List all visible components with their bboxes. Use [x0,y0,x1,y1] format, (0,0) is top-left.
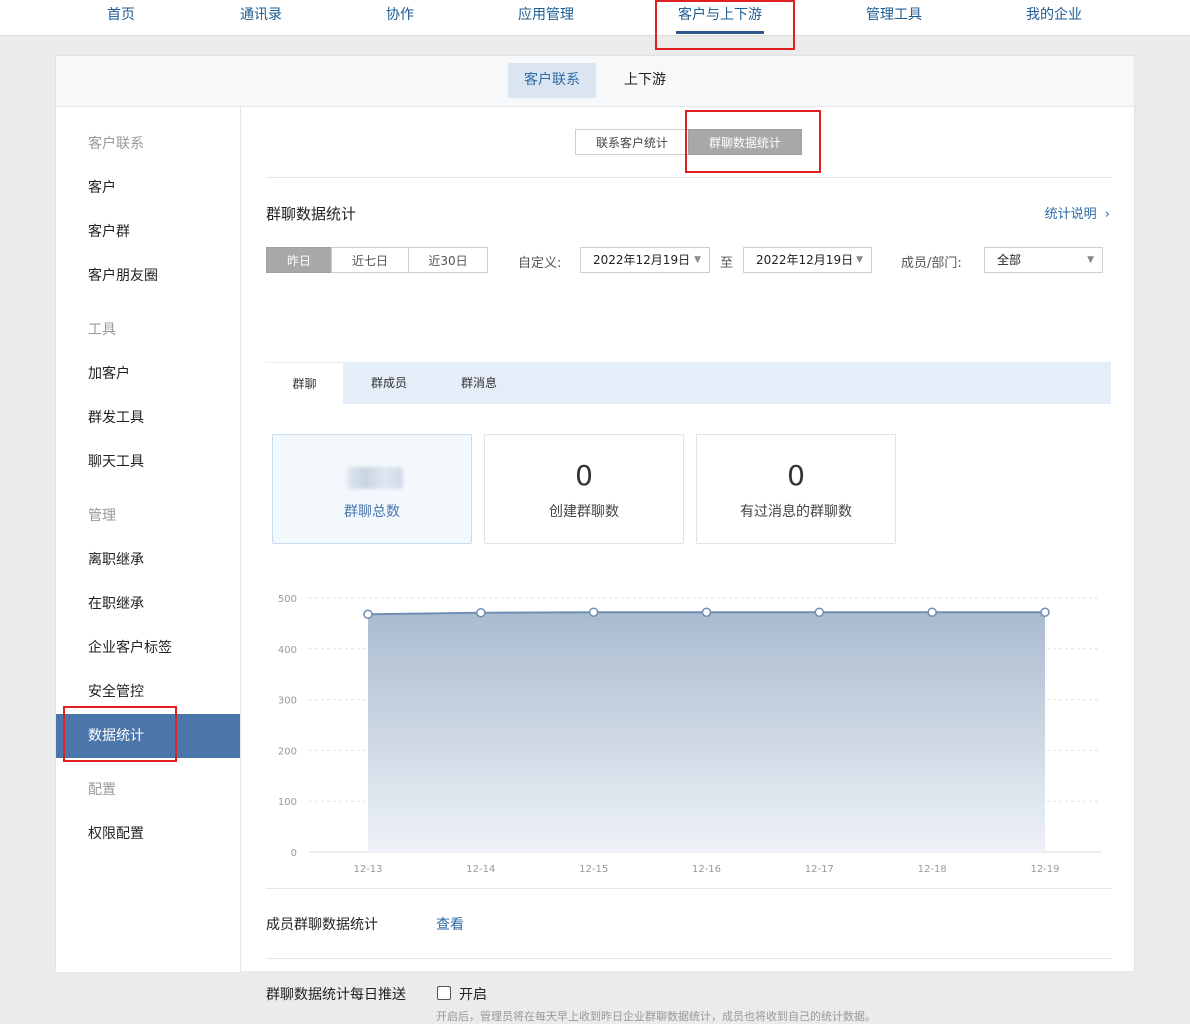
member-stats-label: 成员群聊数据统计 [266,917,378,933]
nav-contacts[interactable]: 通讯录 [240,0,282,35]
sidebar-group-config: 配置 [88,782,116,798]
data-point [701,607,712,617]
sidebar-item-customers[interactable]: 客户 [56,166,240,210]
group-count-chart: 0 100 200 300 400 500 12-13 12-14 12-15 12-16 12-1… [259,582,1119,882]
segment-group-stats[interactable]: 群聊数据统计 [688,129,802,155]
end-date-value: 2022年12月19日 [756,253,854,267]
tab-group-members[interactable]: 群成员 [356,362,422,404]
y-tick-label: 100 [278,797,297,808]
x-tick-label: 12-15 [579,864,608,875]
x-tick-label: 12-19 [1030,864,1059,875]
x-tick-label: 12-18 [918,864,947,875]
y-tick-label: 300 [278,696,297,707]
data-point [476,607,486,618]
stat-card-active-groups[interactable]: 0 有过消息的群聊数 [696,434,896,544]
divider [266,958,1111,959]
range-7-days[interactable]: 近七日 [331,247,409,273]
sidebar-group-customer-contact: 客户联系 [88,136,144,152]
stats-explanation-link[interactable]: 统计说明 › [1045,203,1110,222]
x-tick-label: 12-17 [805,864,834,875]
blurred-value [347,467,403,489]
subtab-upstream-downstream[interactable]: 上下游 [608,63,682,98]
nav-customers-upstream[interactable]: 客户与上下游 [678,0,762,35]
y-tick-label: 500 [278,594,297,605]
nav-admin-tools[interactable]: 管理工具 [866,0,922,35]
caret-down-icon: ▼ [856,255,863,265]
push-note: 开启后，管理员将在每天早上收到昨日企业群聊数据统计，成员也将收到自己的统计数据。 [436,1010,876,1023]
data-point [814,607,825,617]
y-tick-label: 400 [278,645,297,656]
stat-value: 0 [575,459,593,492]
content-card: 客户联系 上下游 客户联系 客户 客户群 客户朋友圈 工具 加客户 群发工具 聊… [55,55,1135,1023]
stat-card-total-groups[interactable]: 群聊总数 [272,434,472,544]
tab-groups[interactable]: 群聊 [266,362,343,405]
x-tick-label: 12-13 [353,864,382,875]
stat-value: 0 [787,459,805,492]
sidebar-item-customer-groups[interactable]: 客户群 [56,210,240,254]
caret-down-icon: ▼ [694,255,701,265]
y-tick-label: 0 [291,848,297,859]
stat-label: 创建群聊数 [549,504,619,520]
divider [266,177,1111,178]
sidebar-item-onjob-inherit[interactable]: 在职继承 [56,582,240,626]
data-point [1040,607,1050,617]
nav-my-company[interactable]: 我的企业 [1026,0,1082,35]
end-date-select[interactable]: 2022年12月19日 ▼ [743,247,872,273]
nav-home[interactable]: 首页 [107,0,135,35]
member-dept-select[interactable]: 全部 ▼ [984,247,1103,273]
top-navigation: 首页 通讯录 协作 应用管理 客户与上下游 管理工具 我的企业 [0,0,1190,36]
data-point [588,607,599,617]
data-point [927,607,937,617]
sidebar-item-moments[interactable]: 客户朋友圈 [56,254,240,298]
sidebar-item-resigned-inherit[interactable]: 离职继承 [56,538,240,582]
sidebar: 客户联系 客户 客户群 客户朋友圈 工具 加客户 群发工具 聊天工具 管理 离职… [56,107,241,972]
chevron-right-icon: › [1104,207,1110,222]
enable-label: 开启 [459,987,487,1003]
view-link[interactable]: 查看 [436,914,464,934]
stat-card-created-groups[interactable]: 0 创建群聊数 [484,434,684,544]
subtab-customer-contact[interactable]: 客户联系 [508,63,596,98]
enable-checkbox[interactable] [437,986,451,1000]
range-30-days[interactable]: 近30日 [408,247,488,273]
main-content: 联系客户统计 群聊数据统计 群聊数据统计 统计说明 › 昨日 近七日 近30日 … [241,107,1134,1023]
daily-push-label: 群聊数据统计每日推送 [266,987,406,1003]
nav-app-management[interactable]: 应用管理 [518,0,574,35]
sidebar-item-add-customer[interactable]: 加客户 [56,352,240,396]
start-date-select[interactable]: 2022年12月19日 ▼ [580,247,710,273]
to-label: 至 [720,256,734,271]
stat-label: 有过消息的群聊数 [740,504,852,520]
sidebar-item-customer-tags[interactable]: 企业客户标签 [56,626,240,670]
sidebar-item-mass-send[interactable]: 群发工具 [56,396,240,440]
caret-down-icon: ▼ [1087,255,1094,265]
explain-label: 统计说明 [1044,207,1097,222]
sidebar-group-management: 管理 [88,508,116,524]
area-fill [368,612,1045,852]
section-title: 群聊数据统计 [266,205,357,223]
member-dept-value: 全部 [997,253,1022,267]
sidebar-item-chat-tools[interactable]: 聊天工具 [56,440,240,484]
divider [266,888,1111,889]
sub-navigation: 客户联系 上下游 [56,56,1134,107]
x-tick-label: 12-14 [466,864,495,875]
segment-contact-stats[interactable]: 联系客户统计 [575,129,689,155]
area-chart-svg: 0 100 200 300 400 500 12-13 12-14 12-15 12-16 12-1… [278,594,1101,875]
range-yesterday[interactable]: 昨日 [266,247,332,273]
stats-tabs: 群聊 群成员 群消息 [266,362,1111,405]
sidebar-group-tools: 工具 [88,322,116,338]
y-tick-label: 200 [278,746,297,757]
sidebar-item-data-statistics[interactable]: 数据统计 [56,714,240,758]
start-date-value: 2022年12月19日 [593,253,691,267]
x-tick-label: 12-16 [692,864,721,875]
member-dept-label: 成员/部门: [901,256,962,271]
active-nav-underline [676,31,764,34]
custom-range-label: 自定义: [518,256,562,271]
tab-group-messages[interactable]: 群消息 [446,362,512,404]
sidebar-item-permissions[interactable]: 权限配置 [56,812,240,856]
sidebar-item-security[interactable]: 安全管控 [56,670,240,714]
data-point [363,609,373,620]
nav-collaboration[interactable]: 协作 [386,0,414,35]
stat-label: 群聊总数 [344,504,400,520]
